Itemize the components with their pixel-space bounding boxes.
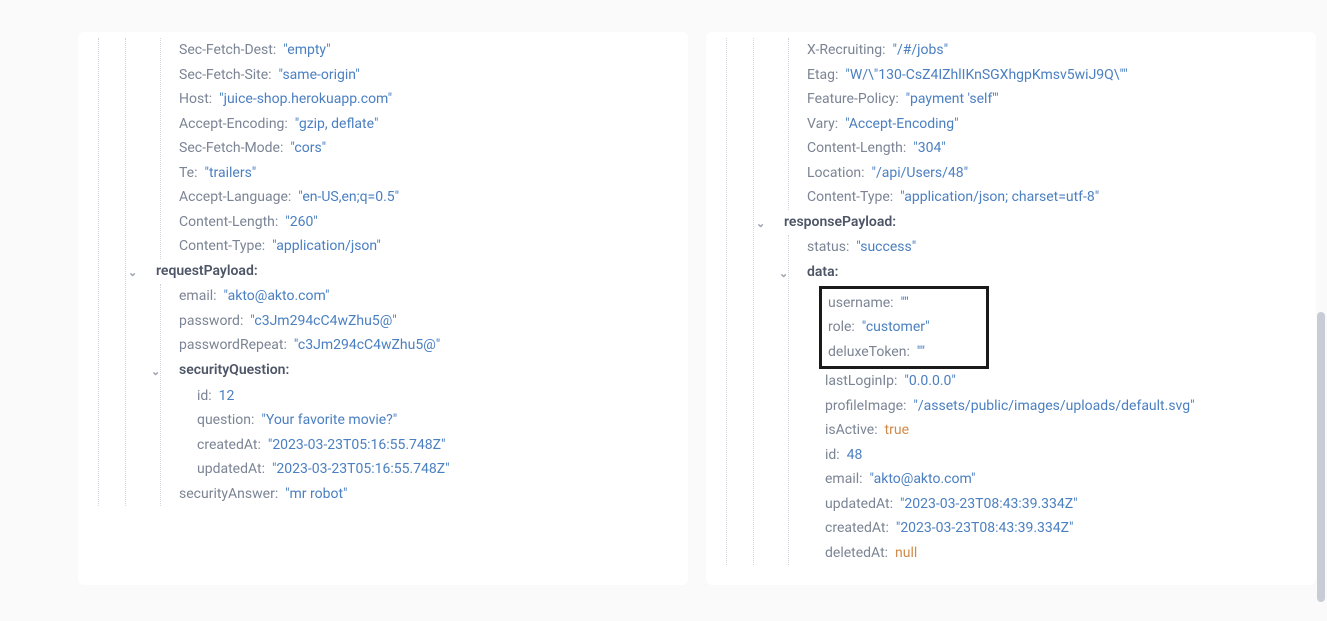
response-panel: X-Recruiting: "/#/jobs" Etag: "W/\"130-C… <box>706 32 1316 585</box>
payload-row: password: "c3Jm294cC4wZhu5@" <box>179 309 676 334</box>
data-row: updatedAt: "2023-03-23T08:43:39.334Z" <box>825 492 1304 517</box>
content-columns: Sec-Fetch-Dest: "empty" Sec-Fetch-Site: … <box>0 32 1327 585</box>
data-row: email: "akto@akto.com" <box>825 467 1304 492</box>
chevron-down-icon[interactable]: ⌄ <box>151 362 160 382</box>
status-row: status: "success" <box>807 235 1304 260</box>
header-row: Content-Length: "260" <box>179 210 676 235</box>
sq-row: question: "Your favorite movie?" <box>197 408 676 433</box>
data-row: role: "customer" <box>828 315 980 340</box>
sq-row: createdAt: "2023-03-23T05:16:55.748Z" <box>197 433 676 458</box>
data-row: isActive: true <box>825 418 1304 443</box>
highlighted-fields: username: "" role: "customer" deluxeToke… <box>819 286 989 370</box>
data-row: profileImage: "/assets/public/images/upl… <box>825 394 1304 419</box>
sq-row: id: 12 <box>197 384 676 409</box>
data-row: username: "" <box>828 291 980 316</box>
data-row: lastLoginIp: "0.0.0.0" <box>825 369 1304 394</box>
response-payload-label: ⌄ responsePayload: <box>784 210 1304 236</box>
header-row: Accept-Language: "en-US,en;q=0.5" <box>179 185 676 210</box>
payload-row: passwordRepeat: "c3Jm294cC4wZhu5@" <box>179 333 676 358</box>
security-answer-row: securityAnswer: "mr robot" <box>179 482 676 507</box>
security-question-label: ⌄ securityQuestion: <box>179 358 676 384</box>
chevron-down-icon[interactable]: ⌄ <box>779 264 788 284</box>
data-row: id: 48 <box>825 443 1304 468</box>
header-row: Vary: "Accept-Encoding" <box>807 112 1304 137</box>
data-label: ⌄ data: <box>807 260 1304 286</box>
scrollbar[interactable] <box>1317 312 1325 602</box>
chevron-down-icon[interactable]: ⌄ <box>128 263 137 283</box>
payload-row: email: "akto@akto.com" <box>179 284 676 309</box>
data-row: deluxeToken: "" <box>828 340 980 365</box>
header-row: Sec-Fetch-Dest: "empty" <box>179 38 676 63</box>
header-row: Etag: "W/\"130-CsZ4IZhlIKnSGXhgpKmsv5wiJ… <box>807 63 1304 88</box>
header-row: Host: "juice-shop.herokuapp.com" <box>179 87 676 112</box>
header-row: Sec-Fetch-Site: "same-origin" <box>179 63 676 88</box>
header-row: Accept-Encoding: "gzip, deflate" <box>179 112 676 137</box>
header-row: Sec-Fetch-Mode: "cors" <box>179 136 676 161</box>
header-row: Content-Type: "application/json" <box>179 234 676 259</box>
header-row: Location: "/api/Users/48" <box>807 161 1304 186</box>
request-payload-label: ⌄ requestPayload: <box>156 259 676 285</box>
header-row: Content-Length: "304" <box>807 136 1304 161</box>
header-row: X-Recruiting: "/#/jobs" <box>807 38 1304 63</box>
request-panel: Sec-Fetch-Dest: "empty" Sec-Fetch-Site: … <box>78 32 688 585</box>
sq-row: updatedAt: "2023-03-23T05:16:55.748Z" <box>197 457 676 482</box>
header-row: Te: "trailers" <box>179 161 676 186</box>
header-row: Content-Type: "application/json; charset… <box>807 185 1304 210</box>
data-row: deletedAt: null <box>825 541 1304 566</box>
header-row: Feature-Policy: "payment 'self'" <box>807 87 1304 112</box>
data-row: createdAt: "2023-03-23T08:43:39.334Z" <box>825 516 1304 541</box>
chevron-down-icon[interactable]: ⌄ <box>756 214 765 234</box>
